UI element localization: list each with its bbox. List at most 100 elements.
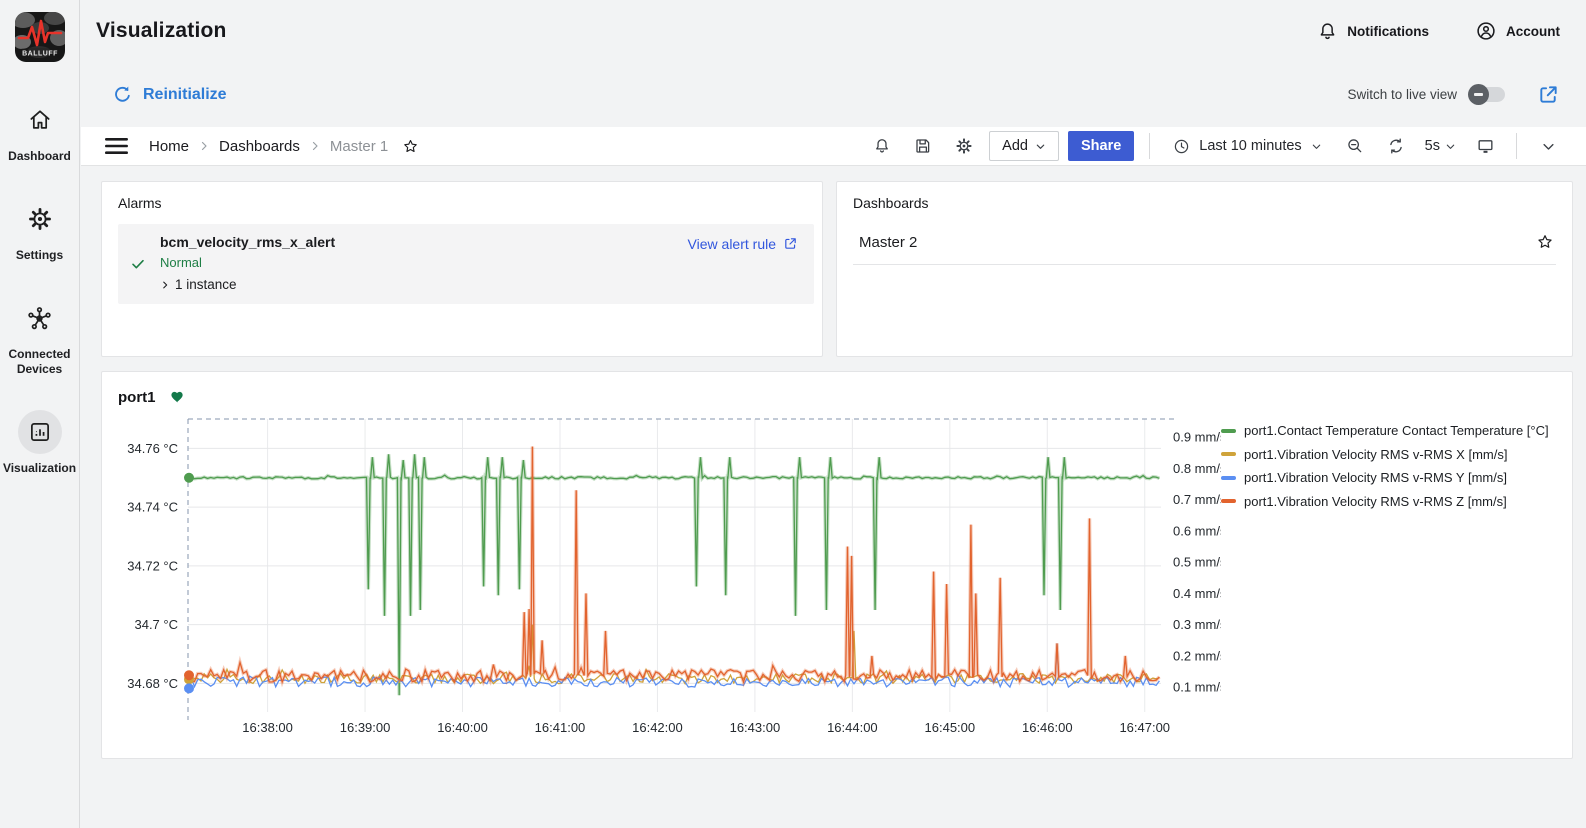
chevron-right-icon [309,140,321,152]
hub-icon [18,296,62,340]
gear-icon [18,197,62,241]
live-view-toggle[interactable] [1471,87,1505,102]
alert-instances-label: 1 instance [175,277,237,292]
sidebar: BALLUFF Dashboard [0,0,80,828]
clock-icon [1173,138,1190,155]
chevron-right-icon [160,280,170,290]
legend-item[interactable]: port1.Vibration Velocity RMS v-RMS Z [mm… [1221,494,1557,509]
right-axis-tick-label: 0.6 mm/s [1173,523,1221,538]
sidebar-item-label: Visualization [0,461,80,476]
timeseries-panel: port1 16:38:0016:39:0016:40:0016:41:0016… [101,371,1573,759]
right-axis-tick-label: 0.5 mm/s [1173,555,1221,570]
alarms-panel-title: Alarms [118,195,814,211]
right-axis-tick-label: 0.8 mm/s [1173,461,1221,476]
left-axis-tick-label: 34.68 °C [127,676,178,691]
save-icon[interactable] [907,131,939,161]
sidebar-item-connected-devices[interactable]: Connected Devices [0,296,79,377]
x-axis-tick-label: 16:38:00 [242,720,293,735]
refresh-interval-picker[interactable]: 5s [1421,138,1460,154]
legend-label: port1.Vibration Velocity RMS v-RMS Z [mm… [1244,494,1507,509]
favorite-star-icon[interactable] [402,138,419,155]
open-external-icon[interactable] [1537,83,1560,106]
sidebar-item-visualization[interactable]: Visualization [0,410,79,476]
legend-swatch-icon [1221,499,1236,503]
right-axis-tick-label: 0.7 mm/s [1173,492,1221,507]
chevron-right-icon [198,140,210,152]
legend-item[interactable]: port1.Contact Temperature Contact Temper… [1221,423,1557,438]
alert-rule-row: bcm_velocity_rms_x_alert Normal 1 instan… [118,224,814,304]
dashboard-toolbar: Home Dashboards Master 1 [81,127,1586,166]
series-line [188,447,1159,683]
zoom-out-icon[interactable] [1339,131,1371,161]
alert-instances-toggle[interactable]: 1 instance [160,277,688,292]
toolbar-divider [1149,133,1150,159]
x-axis-tick-label: 16:44:00 [827,720,878,735]
breadcrumb-home[interactable]: Home [149,138,189,155]
dashboard-list-item[interactable]: Master 2 [853,223,1556,265]
share-button[interactable]: Share [1068,131,1134,161]
dashboard-content: Alarms bcm_velocity_rms_x_alert Normal 1… [81,166,1586,759]
x-axis-tick-label: 16:41:00 [535,720,586,735]
x-axis-tick-label: 16:40:00 [437,720,488,735]
settings-gear-icon[interactable] [948,131,980,161]
time-range-picker[interactable]: Last 10 minutes [1165,131,1329,161]
alert-bell-icon[interactable] [866,131,898,161]
sidebar-item-dashboard[interactable]: Dashboard [0,98,79,164]
series-start-marker [184,670,194,680]
legend-item[interactable]: port1.Vibration Velocity RMS v-RMS X [mm… [1221,447,1557,462]
toolbar-divider [1516,133,1517,159]
time-range-label: Last 10 minutes [1199,138,1301,154]
chevron-down-icon [1445,141,1456,152]
sidebar-item-settings[interactable]: Settings [0,197,79,263]
star-icon[interactable] [1536,233,1554,251]
timeseries-chart[interactable]: 16:38:0016:39:0016:40:0016:41:0016:42:00… [118,411,1221,741]
left-axis-tick-label: 34.74 °C [127,500,178,515]
series-line-glow [188,454,1159,695]
kiosk-monitor-icon[interactable] [1469,131,1501,161]
left-axis-tick-label: 34.72 °C [127,558,178,573]
sub-header: Reinitialize Switch to live view [81,62,1586,127]
menu-icon[interactable] [105,137,128,155]
reinitialize-button[interactable]: Reinitialize [112,84,227,105]
chart-panel-title[interactable]: port1 [118,389,156,406]
live-view-label: Switch to live view [1347,87,1457,102]
alarms-panel: Alarms bcm_velocity_rms_x_alert Normal 1… [101,181,823,357]
left-axis-tick-label: 34.76 °C [127,441,178,456]
series-line [188,454,1159,695]
breadcrumb-dashboards[interactable]: Dashboards [219,138,300,155]
series-line-glow [188,447,1159,683]
x-axis-tick-label: 16:42:00 [632,720,683,735]
notifications-button[interactable]: Notifications [1317,21,1429,42]
legend-label: port1.Vibration Velocity RMS v-RMS X [mm… [1244,447,1507,462]
add-button[interactable]: Add [989,131,1059,161]
refresh-interval-label: 5s [1425,138,1440,154]
x-axis-tick-label: 16:46:00 [1022,720,1073,735]
legend-label: port1.Vibration Velocity RMS v-RMS Y [mm… [1244,470,1507,485]
external-link-icon [783,236,798,251]
left-axis-tick-label: 34.7 °C [134,617,178,632]
notifications-label: Notifications [1347,24,1429,39]
series-start-marker [184,683,194,693]
view-alert-rule-link[interactable]: View alert rule [688,234,798,292]
sidebar-nav: Dashboard Settings [0,98,79,476]
account-label: Account [1506,24,1560,39]
home-icon [18,98,62,142]
x-axis-tick-label: 16:43:00 [730,720,781,735]
account-button[interactable]: Account [1475,20,1560,42]
legend-swatch-icon [1221,476,1236,480]
dashboards-panel-title: Dashboards [853,195,1556,211]
balluff-logo[interactable]: BALLUFF [15,12,65,62]
sidebar-item-label: Dashboard [4,149,75,164]
right-axis-tick-label: 0.1 mm/s [1173,680,1221,695]
refresh-icon[interactable] [1380,131,1412,161]
dashboards-panel: Dashboards Master 2 [836,181,1573,357]
alert-name: bcm_velocity_rms_x_alert [160,234,688,250]
refresh-circle-icon [112,84,133,105]
share-button-label: Share [1081,138,1121,154]
right-axis-tick-label: 0.2 mm/s [1173,648,1221,663]
collapse-chevron-icon[interactable] [1532,131,1564,161]
chevron-down-icon [1035,141,1046,152]
legend-item[interactable]: port1.Vibration Velocity RMS v-RMS Y [mm… [1221,470,1557,485]
brand-text: BALLUFF [22,51,58,58]
legend-swatch-icon [1221,452,1236,456]
